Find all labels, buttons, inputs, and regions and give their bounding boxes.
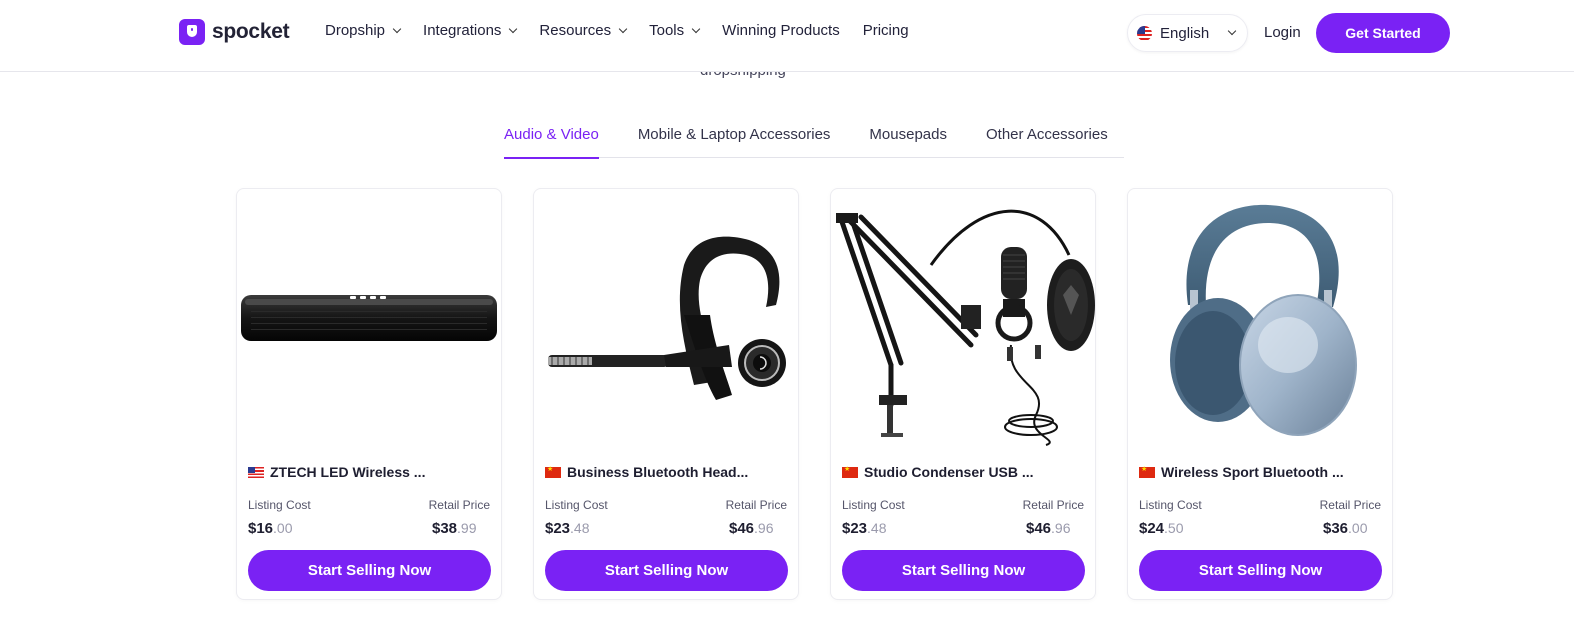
product-title[interactable]: ZTECH LED Wireless ... [248,464,425,480]
price-whole: $24 [1139,520,1165,537]
main-nav: Dropship Integrations Resources Tools Wi… [325,22,932,39]
spocket-logo-icon [179,19,205,45]
us-flag-icon [1137,25,1152,41]
tab-mousepads[interactable]: Mousepads [869,118,947,158]
cn-flag-icon [842,465,858,478]
product-card[interactable]: ZTECH LED Wireless ... Listing Cost Reta… [236,188,502,600]
retail-price-label: Retail Price [1319,498,1381,512]
price-cents: .96 [1051,520,1071,536]
language-selector[interactable]: English [1127,14,1248,52]
nav-label: Tools [649,22,685,39]
nav-label: Dropship [325,22,386,39]
price-cents: .00 [273,520,293,536]
site-header: spocket Dropship Integrations Resources … [0,0,1574,72]
login-link[interactable]: Login [1264,24,1301,41]
start-selling-button[interactable]: Start Selling Now [1139,550,1382,591]
start-selling-button[interactable]: Start Selling Now [842,550,1085,591]
nav-tools[interactable]: Tools [649,22,701,39]
retail-price-label: Retail Price [725,498,787,512]
product-card[interactable]: Wireless Sport Bluetooth ... Listing Cos… [1127,188,1393,600]
listing-cost-label: Listing Cost [248,498,311,512]
product-title-text: Business Bluetooth Head... [567,464,749,480]
listing-cost-value: $16.00 [248,520,293,537]
spocket-logo[interactable]: spocket [179,19,290,45]
nav-label: Integrations [423,22,502,39]
product-title[interactable]: Wireless Sport Bluetooth ... [1139,464,1344,480]
product-title-text: Studio Condenser USB ... [864,464,1034,480]
chevron-down-icon [509,24,518,33]
price-cents: .00 [1348,520,1368,536]
price-whole: $23 [842,520,868,537]
price-whole: $46 [729,520,755,537]
nav-pricing[interactable]: Pricing [863,22,909,39]
nav-dropship[interactable]: Dropship [325,22,402,39]
price-whole: $38 [432,520,458,537]
logo-text: spocket [212,20,290,43]
category-tabs: Audio & Video Mobile & Laptop Accessorie… [504,118,1124,159]
product-title-text: Wireless Sport Bluetooth ... [1161,464,1344,480]
product-image-condenser-microphone [836,209,1095,446]
product-image-soundbar [241,295,497,341]
listing-cost-value: $24.50 [1139,520,1184,537]
cn-flag-icon [545,465,561,478]
price-cents: .99 [457,520,477,536]
cn-flag-icon [1139,465,1155,478]
retail-price-label: Retail Price [1022,498,1084,512]
price-cents: .50 [1164,520,1184,536]
get-started-button[interactable]: Get Started [1316,13,1450,53]
listing-cost-label: Listing Cost [842,498,905,512]
chevron-down-icon [392,24,402,33]
tab-mobile-laptop-accessories[interactable]: Mobile & Laptop Accessories [638,118,831,158]
product-image-bluetooth-headset [548,236,786,400]
product-title-text: ZTECH LED Wireless ... [270,464,426,480]
nav-label: Winning Products [722,22,840,39]
price-cents: .48 [867,520,887,536]
retail-price-value: $38.99 [432,520,477,537]
listing-cost-value: $23.48 [842,520,887,537]
listing-cost-label: Listing Cost [545,498,608,512]
retail-price-value: $46.96 [729,520,774,537]
retail-price-value: $36.00 [1323,520,1368,537]
nav-label: Pricing [862,22,909,39]
listing-cost-value: $23.48 [545,520,590,537]
start-selling-button[interactable]: Start Selling Now [545,550,788,591]
price-whole: $23 [545,520,571,537]
start-selling-button[interactable]: Start Selling Now [248,550,491,591]
listing-cost-label: Listing Cost [1139,498,1202,512]
nav-winning-products[interactable]: Winning Products [722,22,840,39]
chevron-down-icon [618,24,628,33]
tab-other-accessories[interactable]: Other Accessories [986,118,1108,158]
retail-price-value: $46.96 [1026,520,1071,537]
product-image-wireless-headphones [1170,204,1357,436]
retail-price-label: Retail Price [428,498,490,512]
nav-resources[interactable]: Resources [539,22,628,39]
product-title[interactable]: Studio Condenser USB ... [842,464,1034,480]
chevron-down-icon [1227,26,1237,36]
us-flag-icon [248,466,264,478]
chevron-down-icon [691,24,701,33]
price-whole: $16 [248,520,274,537]
language-label: English [1160,24,1210,42]
tab-audio-video[interactable]: Audio & Video [504,118,599,159]
price-whole: $46 [1026,520,1052,537]
product-card[interactable]: Business Bluetooth Head... Listing Cost … [533,188,799,600]
price-cents: .96 [754,520,774,536]
product-title[interactable]: Business Bluetooth Head... [545,464,748,480]
product-card[interactable]: Studio Condenser USB ... Listing Cost Re… [830,188,1096,600]
price-whole: $36 [1323,520,1349,537]
price-cents: .48 [570,520,590,536]
nav-label: Resources [539,22,612,39]
nav-integrations[interactable]: Integrations [423,22,518,39]
